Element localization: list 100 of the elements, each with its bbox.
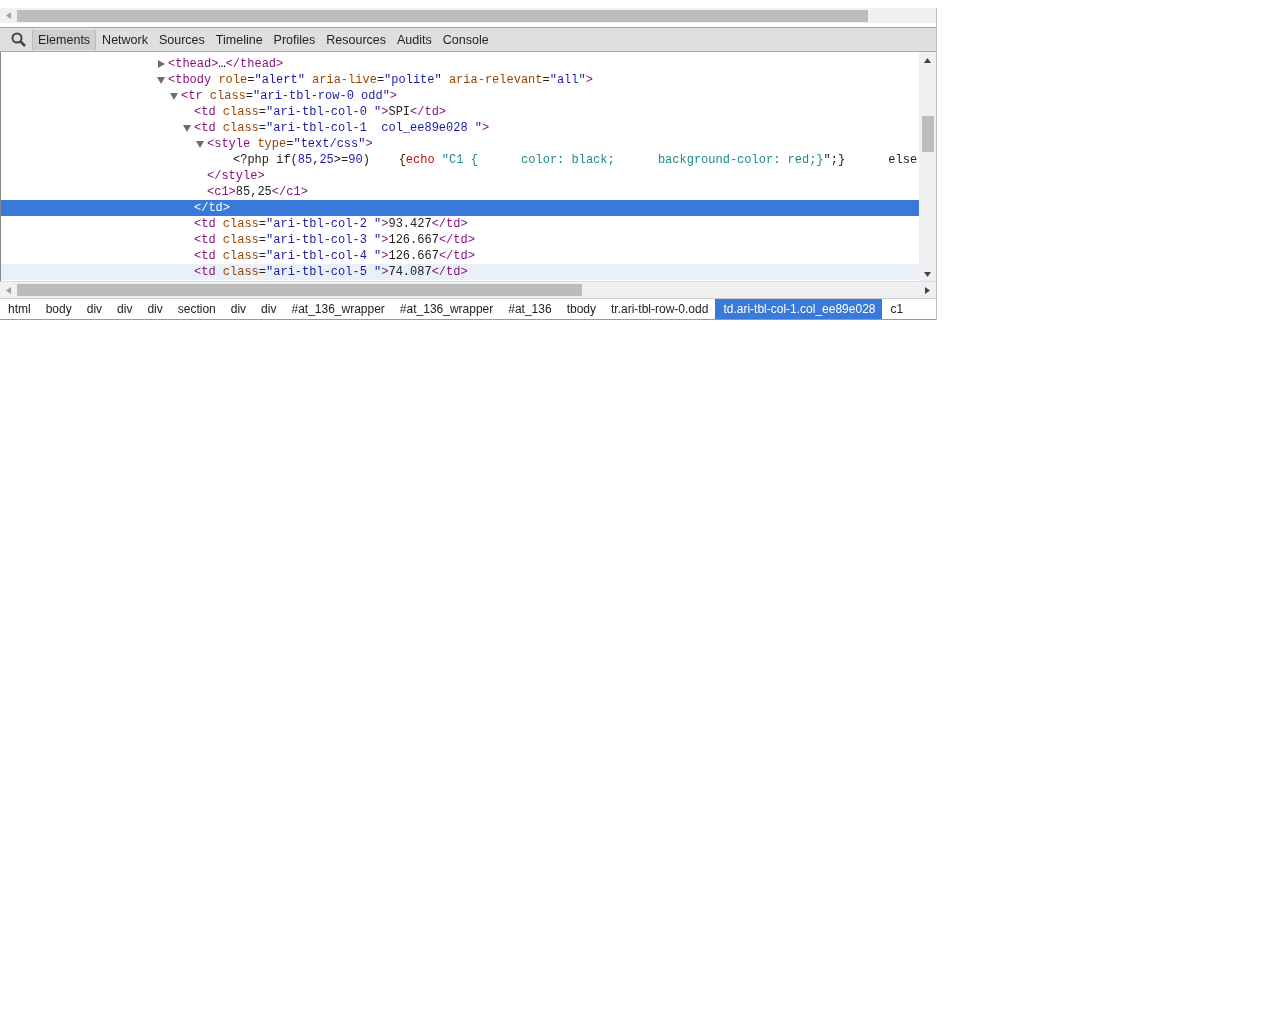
html-tag: > (381, 265, 389, 279)
code-text: = (258, 249, 267, 263)
html-tag: <td (194, 121, 223, 135)
panel-tab[interactable]: Elements (32, 29, 97, 50)
breadcrumb[interactable]: div (109, 299, 140, 319)
attribute-value: "ari-tbl-col-0 " (266, 105, 382, 119)
html-tag: <tr (181, 89, 210, 103)
code-text: ";} else (823, 153, 918, 167)
breadcrumb[interactable]: tbody (558, 299, 603, 319)
panel-tab[interactable]: Timeline (210, 29, 268, 50)
breadcrumb[interactable]: #at_136_wrapper (283, 299, 392, 319)
scroll-right-icon[interactable] (925, 286, 930, 294)
html-tag: <tbody (168, 73, 219, 87)
horizontal-scrollbar[interactable] (0, 8, 936, 23)
collapsed-triangle-icon[interactable] (157, 60, 165, 68)
attribute-value: "ari-tbl-col-2 " (266, 217, 382, 231)
html-tag: </td> (438, 233, 475, 247)
code-text: = (247, 73, 255, 87)
scrollbar-thumb[interactable] (17, 284, 582, 296)
expanded-triangle-icon[interactable] (170, 92, 178, 100)
breadcrumb[interactable]: div (222, 299, 254, 319)
html-tag: <td (194, 105, 223, 119)
scrollbar-thumb[interactable] (921, 116, 934, 152)
code-text: = (258, 265, 267, 279)
attribute-value: "all" (549, 73, 586, 87)
panel-tab[interactable]: Network (97, 29, 153, 50)
expanded-triangle-icon[interactable] (157, 76, 165, 84)
scroll-down-icon[interactable] (924, 272, 931, 277)
html-tag: </td> (431, 265, 468, 279)
html-tag: > (365, 137, 373, 151)
search-icon[interactable] (11, 32, 26, 47)
attribute-value: "ari-tbl-col-4 " (266, 249, 382, 263)
scrollbar-thumb[interactable] (17, 9, 868, 22)
html-tag: <style (207, 137, 258, 151)
breadcrumb[interactable]: tr.ari-tbl-row-0.odd (603, 299, 716, 319)
attribute-name: class (222, 233, 259, 247)
expanded-triangle-icon[interactable] (183, 124, 191, 132)
breadcrumb[interactable]: html (0, 299, 38, 319)
panel-tab[interactable]: Audits (392, 29, 437, 50)
code-text: <?php if( (233, 153, 298, 167)
attribute-value: "ari-tbl-col-1 col_ee89e028 " (266, 121, 483, 135)
html-tag: <td (194, 265, 223, 279)
expanded-triangle-icon[interactable] (196, 140, 204, 148)
code-text: 85,25 (235, 185, 272, 199)
code-text: = (286, 137, 294, 151)
attribute-name: role (218, 73, 248, 87)
breadcrumb[interactable]: body (37, 299, 79, 319)
attribute-value: "ari-tbl-col-5 " (266, 265, 382, 279)
attribute-name: class (222, 217, 259, 231)
breadcrumb[interactable]: div (139, 299, 170, 319)
html-tag: > (381, 233, 389, 247)
code-text: SPI (388, 105, 411, 119)
code-text: = (258, 233, 267, 247)
breadcrumb[interactable]: td.ari-tbl-col-1.col_ee89e028 (715, 299, 883, 319)
html-tag: <c1> (207, 185, 236, 199)
ellipsis: … (218, 57, 226, 71)
attribute-name: aria-relevant (447, 73, 543, 87)
breadcrumb[interactable]: div (78, 299, 110, 319)
html-tag: </style> (207, 169, 265, 183)
attribute-value: "ari-tbl-row-0 odd" (253, 89, 390, 103)
html-tag: <thead> (168, 57, 219, 71)
attribute-name: aria-live (311, 73, 377, 87)
html-tag: </td> (431, 217, 468, 231)
attribute-value: "alert" (254, 73, 305, 87)
code-keyword: echo (405, 153, 435, 167)
html-tag: </td> (410, 105, 447, 119)
code-text: >= (333, 153, 349, 167)
html-tag: > (381, 249, 389, 263)
panel-tab[interactable]: Profiles (268, 29, 321, 50)
attribute-value: 25 (319, 153, 334, 167)
css-text: "C1 { color: black; background-color: red;} (440, 153, 824, 167)
attribute-name: class (222, 121, 259, 135)
vertical-scrollbar[interactable] (919, 52, 936, 281)
breadcrumb[interactable]: #at_136_wrapper (391, 299, 501, 319)
code-text: = (542, 73, 550, 87)
breadcrumb[interactable]: div (253, 299, 284, 319)
html-tag: </td> (194, 201, 230, 215)
html-tag: </td> (438, 249, 475, 263)
html-tag: > (381, 105, 389, 119)
scroll-up-icon[interactable] (924, 58, 931, 63)
html-tag: </thead> (225, 57, 284, 71)
breadcrumb[interactable]: c1 (882, 299, 911, 319)
breadcrumb[interactable]: section (169, 299, 223, 319)
code-text: ) { (362, 153, 406, 167)
html-tag: > (381, 217, 389, 231)
html-tag: > (389, 89, 398, 103)
attribute-value: "ari-tbl-col-3 " (266, 233, 382, 247)
panel-tab[interactable]: Resources (321, 29, 392, 50)
code-text: = (258, 121, 267, 135)
code-text: 93.427 (388, 217, 432, 231)
attribute-name: class (222, 105, 259, 119)
breadcrumb[interactable]: #at_136 (500, 299, 559, 319)
attribute-value: 90 (348, 153, 363, 167)
attribute-value: "text/css" (293, 137, 366, 151)
panel-tab[interactable]: Sources (153, 29, 210, 50)
panel-tab[interactable]: Console (437, 29, 494, 50)
code-text: = (376, 73, 385, 87)
horizontal-scrollbar[interactable] (0, 281, 936, 298)
attribute-name: class (222, 249, 259, 263)
code-text: = (245, 89, 254, 103)
